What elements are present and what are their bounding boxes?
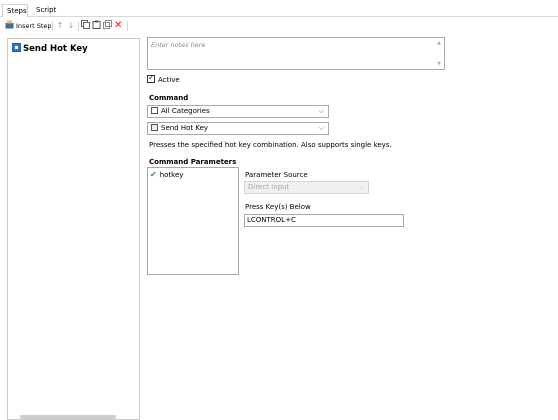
- parameter-label: hotkey: [159, 171, 184, 179]
- steps-panel: Send Hot Key: [7, 38, 140, 420]
- paste-icon[interactable]: [92, 20, 102, 32]
- command-description: Presses the specified hot key combinatio…: [149, 141, 392, 149]
- tab-script[interactable]: Script: [32, 4, 60, 17]
- press-keys-label: Press Key(s) Below: [245, 203, 311, 211]
- tab-strip: Steps Script: [0, 0, 558, 18]
- toolbar: Insert Step ↑ ↓ ✕: [0, 17, 558, 35]
- parameter-source-select: Direct Input ⌵: [244, 181, 369, 194]
- hotkey-value: LCONTROL+C: [247, 216, 296, 224]
- category-select[interactable]: All Categories ⌵: [147, 105, 329, 118]
- scroll-up-icon[interactable]: ▲: [437, 40, 441, 46]
- active-label: Active: [158, 76, 180, 84]
- command-value: Send Hot Key: [161, 124, 209, 132]
- chevron-down-icon: ⌵: [318, 124, 324, 132]
- step-item-send-hot-key[interactable]: Send Hot Key: [12, 43, 88, 55]
- parameter-source-label: Parameter Source: [245, 171, 308, 179]
- send-hot-key-icon: [151, 124, 158, 131]
- arrow-up-icon[interactable]: ↑: [55, 20, 65, 32]
- horizontal-scrollbar[interactable]: [20, 415, 116, 419]
- insert-step-icon[interactable]: [5, 20, 15, 32]
- scroll-down-icon[interactable]: ▼: [437, 61, 441, 67]
- arrow-down-icon[interactable]: ↓: [66, 20, 76, 32]
- category-value: All Categories: [161, 107, 210, 115]
- toolbar-separator: [52, 21, 53, 31]
- command-heading: Command: [149, 94, 189, 102]
- command-parameters-heading: Command Parameters: [149, 158, 237, 166]
- duplicate-icon[interactable]: [103, 20, 113, 32]
- insert-step-button[interactable]: Insert Step: [16, 20, 52, 32]
- step-item-label: Send Hot Key: [23, 44, 88, 54]
- tab-steps[interactable]: Steps: [2, 4, 28, 18]
- notes-textarea[interactable]: Enter notes here ▲ ▼: [147, 37, 445, 70]
- check-icon: ✔: [150, 170, 157, 179]
- active-checkbox[interactable]: [147, 73, 155, 83]
- category-icon: [151, 107, 158, 114]
- copy-icon[interactable]: [81, 20, 91, 32]
- notes-placeholder: Enter notes here: [151, 41, 206, 49]
- send-hot-key-icon: [12, 43, 21, 52]
- chevron-down-icon: ⌵: [318, 107, 324, 115]
- app-window: Steps Script Insert Step ↑ ↓ ✕ Send Hot …: [0, 0, 558, 420]
- command-select[interactable]: Send Hot Key ⌵: [147, 122, 329, 135]
- active-checkbox-row[interactable]: Active: [147, 73, 180, 85]
- toolbar-separator: [78, 21, 79, 31]
- parameter-item-hotkey[interactable]: ✔ hotkey: [150, 170, 183, 180]
- chevron-down-icon: ⌵: [358, 183, 364, 191]
- parameter-list: ✔ hotkey: [147, 167, 239, 275]
- hotkey-input[interactable]: LCONTROL+C: [244, 214, 404, 227]
- parameter-source-value: Direct Input: [248, 183, 290, 191]
- toolbar-separator: [127, 21, 128, 31]
- delete-icon[interactable]: ✕: [114, 20, 124, 32]
